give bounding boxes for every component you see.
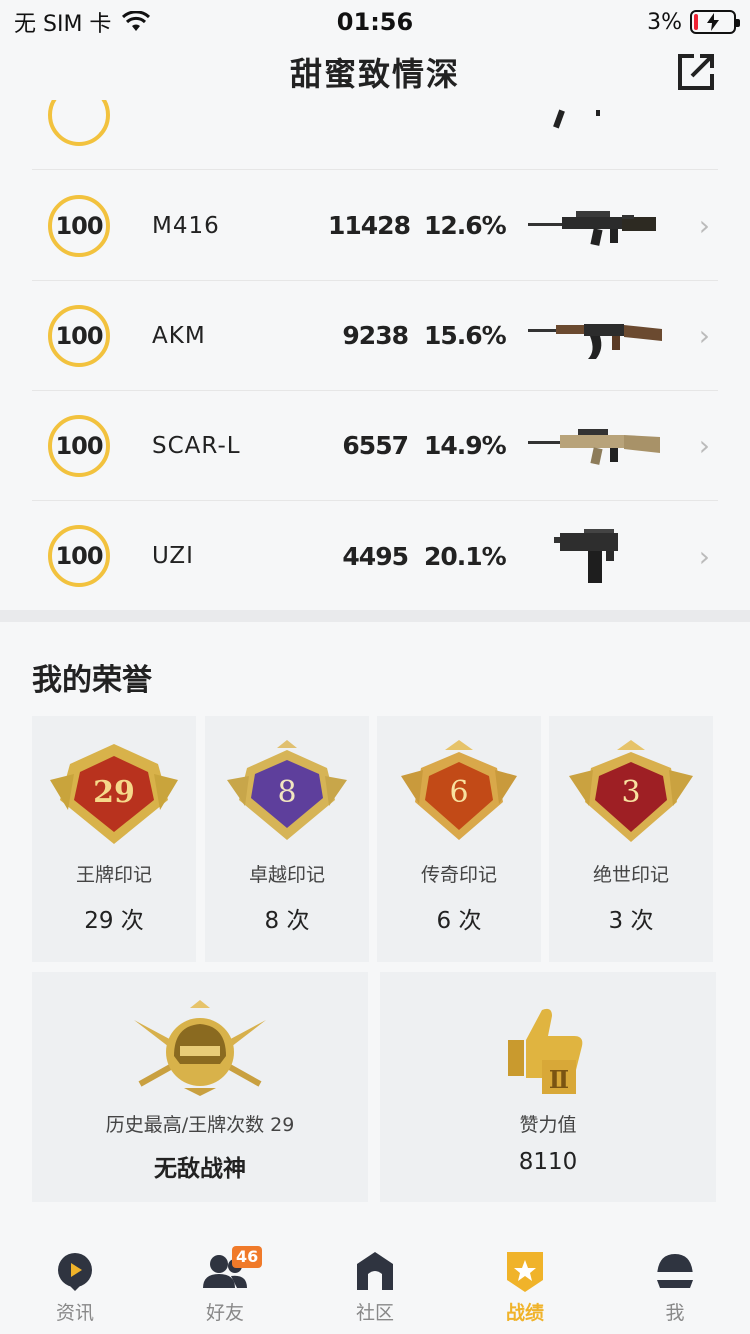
battery-icon [690,10,741,34]
badge-number: 6 [449,775,468,810]
tab-label: 好友 [205,1302,244,1324]
weapon-kills: 9238 [342,321,409,350]
excellent-mark-badge-icon: 8 [227,740,347,840]
tab-label: 资讯 [55,1302,94,1324]
badge-count: 29 次 [84,908,144,934]
badge-card-legend[interactable]: 6 传奇印记 6 次 [377,716,541,962]
badge-count: 6 次 [436,908,482,934]
section-divider [0,610,750,622]
uzi-gun-image [554,529,618,583]
weapon-name: SCAR-L [152,432,241,459]
level-ring: 100 [48,525,110,587]
wifi-icon [122,11,151,31]
honor-title: 我的荣誉 [32,663,152,698]
tab-community[interactable]: 社区 [300,1240,450,1334]
svg-text:Ⅱ: Ⅱ [549,1065,569,1094]
badge-number: 3 [621,775,640,810]
chevron-right-icon: › [698,429,710,462]
status-bar: 无 SIM 卡 01:56 3% [0,0,750,44]
weapon-name: M416 [152,212,220,239]
weapon-name: UZI [152,543,194,569]
page-title: 甜蜜致情深 [289,55,460,93]
weapon-rate: 15.6% [424,321,507,350]
weapon-kills: 11428 [328,211,411,240]
weapon-row-uzi[interactable]: 100 UZI 4495 20.1% › [32,501,718,610]
legend-mark-badge-icon: 6 [401,740,517,840]
m416-gun-image [528,211,656,246]
badge-card-ace[interactable]: 29 王牌印记 29 次 [32,716,196,962]
share-external-icon[interactable] [674,50,718,94]
nav-bar: 甜蜜致情深 [0,44,750,100]
weapon-row-m416[interactable]: 100 M416 11428 12.6% › [32,171,718,281]
likes-value: 8110 [518,1149,578,1175]
battery-percent: 3% [647,9,683,35]
badge-label: 传奇印记 [420,864,497,886]
badge-label: 王牌印记 [75,864,152,886]
weapon-rate: 14.9% [424,431,507,460]
weapon-list: 100 M416 11428 12.6% › 100 AKM 9238 15.6… [0,100,750,610]
thumbs-up-trophy-icon: Ⅱ [508,1008,583,1094]
clock: 01:56 [336,8,414,36]
invincible-god-emblem-icon [134,1000,266,1096]
likes-card[interactable]: Ⅱ 赞力值 8110 [380,972,716,1202]
chevron-right-icon: › [698,209,710,242]
gun-image [553,109,600,129]
chevron-right-icon: › [698,319,710,352]
weapon-kills: 4495 [342,541,409,571]
peerless-mark-badge-icon: 3 [569,740,693,842]
weapon-rate: 20.1% [424,541,507,571]
carrier-label: 无 SIM 卡 [14,12,112,37]
helmet-icon [657,1254,693,1288]
chevron-right-icon: › [698,539,710,573]
tab-news[interactable]: 资讯 [0,1240,150,1334]
level-ring: 100 [48,304,110,367]
news-play-icon [58,1253,92,1291]
weapon-rate: 12.6% [424,211,507,240]
highest-rank-card[interactable]: 历史最高/王牌次数 29 无敌战神 [32,972,368,1202]
scar-gun-image [528,429,660,465]
tab-friends[interactable]: 46 好友 [150,1240,300,1334]
badge-number: 8 [277,775,296,810]
weapon-row-partial[interactable] [32,100,718,170]
tab-label: 社区 [355,1302,394,1324]
tab-record[interactable]: 战绩 [450,1240,600,1334]
ace-mark-badge-icon: 29 [50,744,178,844]
badge-count: 3 次 [608,908,654,934]
weapon-kills: 6557 [342,431,409,460]
likes-label: 赞力值 [519,1114,577,1136]
friends-count-badge: 46 [232,1246,263,1268]
weapon-row-scar[interactable]: 100 SCAR-L 6557 14.9% › [32,391,718,501]
highest-rank-label: 历史最高/王牌次数 29 [105,1114,295,1136]
weapon-name: AKM [152,322,206,349]
highest-rank-value: 无敌战神 [154,1156,246,1182]
level-ring [48,100,110,146]
tab-label: 战绩 [505,1302,544,1324]
tab-me[interactable]: 我 [600,1240,750,1334]
akm-gun-image [528,324,662,359]
community-house-icon [357,1252,393,1290]
tab-bar: 资讯 46 好友 社区 战绩 我 [0,1240,750,1334]
tab-label: 我 [665,1302,685,1324]
badge-label: 卓越印记 [248,864,325,886]
badge-count: 8 次 [264,908,310,934]
badge-number: 29 [93,775,135,810]
badge-label: 绝世印记 [592,864,669,886]
level-ring: 100 [48,414,110,477]
badge-card-excellent[interactable]: 8 卓越印记 8 次 [205,716,369,962]
badge-card-peerless[interactable]: 3 绝世印记 3 次 [549,716,713,962]
record-shield-icon [507,1252,543,1292]
weapon-row-akm[interactable]: 100 AKM 9238 15.6% › [32,281,718,391]
level-ring: 100 [48,194,110,257]
